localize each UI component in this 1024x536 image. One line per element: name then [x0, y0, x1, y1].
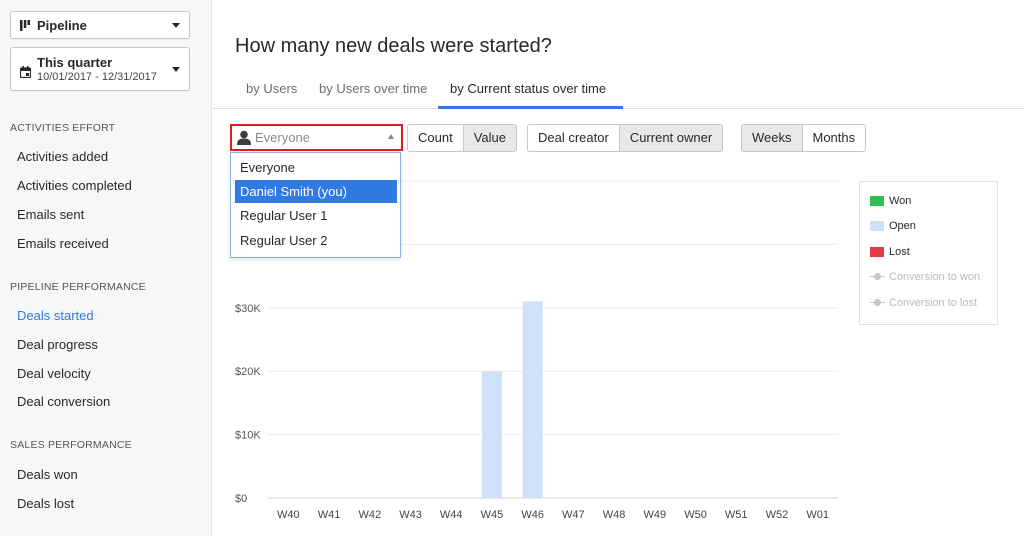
sidebar-item-activities-completed[interactable]: Activities completed	[17, 178, 132, 193]
sidebar-item-activities-added[interactable]: Activities added	[17, 149, 108, 164]
x-tick-label: W46	[521, 509, 544, 521]
bar-open-w46	[522, 301, 543, 498]
period-dropdown-label: This quarter	[37, 55, 113, 70]
legend-label: Open	[889, 220, 916, 232]
active-tab-indicator	[438, 106, 623, 109]
y-tick-label: $0	[235, 493, 247, 505]
x-tick-label: W42	[358, 509, 381, 521]
page-title: How many new deals were started?	[235, 35, 552, 57]
sidebar-item-emails-received[interactable]: Emails received	[17, 236, 109, 251]
tab-by-current-status-over-time[interactable]: by Current status over time	[450, 81, 606, 96]
user-filter-value: Everyone	[255, 130, 310, 145]
chevron-down-icon	[172, 23, 180, 28]
x-tick-label: W43	[399, 509, 422, 521]
sidebar-item-deals-won[interactable]: Deals won	[17, 467, 78, 482]
legend-dot-icon	[874, 299, 881, 306]
x-tick-label: W44	[440, 509, 463, 521]
sidebar-item-deal-velocity[interactable]: Deal velocity	[17, 366, 91, 381]
weeks-button[interactable]: Weeks	[742, 125, 803, 151]
x-tick-label: W50	[684, 509, 707, 521]
user-option-regular-user-1[interactable]: Regular User 1	[235, 204, 397, 227]
user-option-regular-user-2[interactable]: Regular User 2	[235, 229, 397, 252]
sidebar-item-deals-lost[interactable]: Deals lost	[17, 496, 74, 511]
tab-by-users-over-time[interactable]: by Users over time	[319, 81, 427, 96]
sidebar-item-emails-sent[interactable]: Emails sent	[17, 207, 84, 222]
x-tick-label: W48	[603, 509, 626, 521]
chevron-down-icon	[172, 67, 180, 72]
measure-toggle: Count Value	[407, 124, 517, 152]
x-tick-label: W47	[562, 509, 585, 521]
calendar-icon	[20, 66, 31, 78]
bar-open-w45	[481, 371, 502, 498]
x-tick-label: W51	[725, 509, 748, 521]
value-button[interactable]: Value	[463, 125, 516, 151]
deal-creator-button[interactable]: Deal creator	[528, 125, 620, 151]
user-filter-list: Everyone Daniel Smith (you) Regular User…	[230, 152, 401, 258]
section-title-pipeline-performance: PIPELINE PERFORMANCE	[10, 281, 146, 293]
count-button[interactable]: Count	[408, 125, 464, 151]
user-option-everyone[interactable]: Everyone	[235, 156, 397, 179]
x-tick-label: W45	[481, 509, 504, 521]
sidebar-item-deal-conversion[interactable]: Deal conversion	[17, 394, 110, 409]
x-tick-label: W01	[806, 509, 829, 521]
legend-dot-icon	[874, 273, 881, 280]
user-icon	[237, 130, 251, 145]
y-tick-label: $20K	[235, 366, 261, 378]
pipeline-icon	[20, 20, 30, 31]
report-tabs: by Users by Users over time by Current s…	[213, 72, 1024, 109]
x-tick-label: W52	[766, 509, 789, 521]
pipeline-dropdown[interactable]: Pipeline	[10, 11, 190, 39]
caret-up-icon	[388, 134, 394, 139]
legend-label: Conversion to won	[889, 271, 981, 283]
legend-swatch	[870, 196, 884, 206]
main-panel: How many new deals were started? by User…	[213, 0, 1024, 536]
current-owner-button[interactable]: Current owner	[619, 125, 723, 151]
months-button[interactable]: Months	[803, 125, 866, 151]
section-title-activities-effort: ACTIVITIES EFFORT	[10, 122, 116, 134]
x-tick-label: W49	[643, 509, 666, 521]
legend-label: Conversion to lost	[889, 297, 978, 309]
x-tick-label: W40	[277, 509, 300, 521]
y-tick-label: $30K	[235, 303, 261, 315]
user-option-daniel-smith[interactable]: Daniel Smith (you)	[235, 180, 397, 203]
legend-label: Won	[889, 195, 912, 207]
legend-swatch	[870, 221, 884, 231]
legend-label: Lost	[889, 246, 910, 258]
user-filter-select[interactable]: Everyone	[230, 124, 403, 151]
owner-toggle: Deal creator Current owner	[527, 124, 724, 152]
section-title-sales-performance: SALES PERFORMANCE	[10, 439, 132, 451]
pipeline-dropdown-label: Pipeline	[37, 18, 87, 33]
x-tick-label: W41	[318, 509, 341, 521]
chart-legend: Won Open Lost Conversion to won Conversion t…	[859, 181, 998, 325]
period-dropdown[interactable]: This quarter 10/01/2017 - 12/31/2017	[10, 47, 190, 91]
sidebar-item-deal-progress[interactable]: Deal progress	[17, 337, 98, 352]
interval-toggle: Weeks Months	[741, 124, 867, 152]
y-tick-label: $10K	[235, 430, 261, 442]
legend-swatch	[870, 247, 884, 257]
period-range: 10/01/2017 - 12/31/2017	[37, 71, 157, 83]
tab-by-users[interactable]: by Users	[246, 81, 297, 96]
sidebar: Pipeline This quarter 10/01/2017 - 12/31…	[0, 0, 212, 536]
sidebar-item-deals-started[interactable]: Deals started	[17, 308, 94, 323]
